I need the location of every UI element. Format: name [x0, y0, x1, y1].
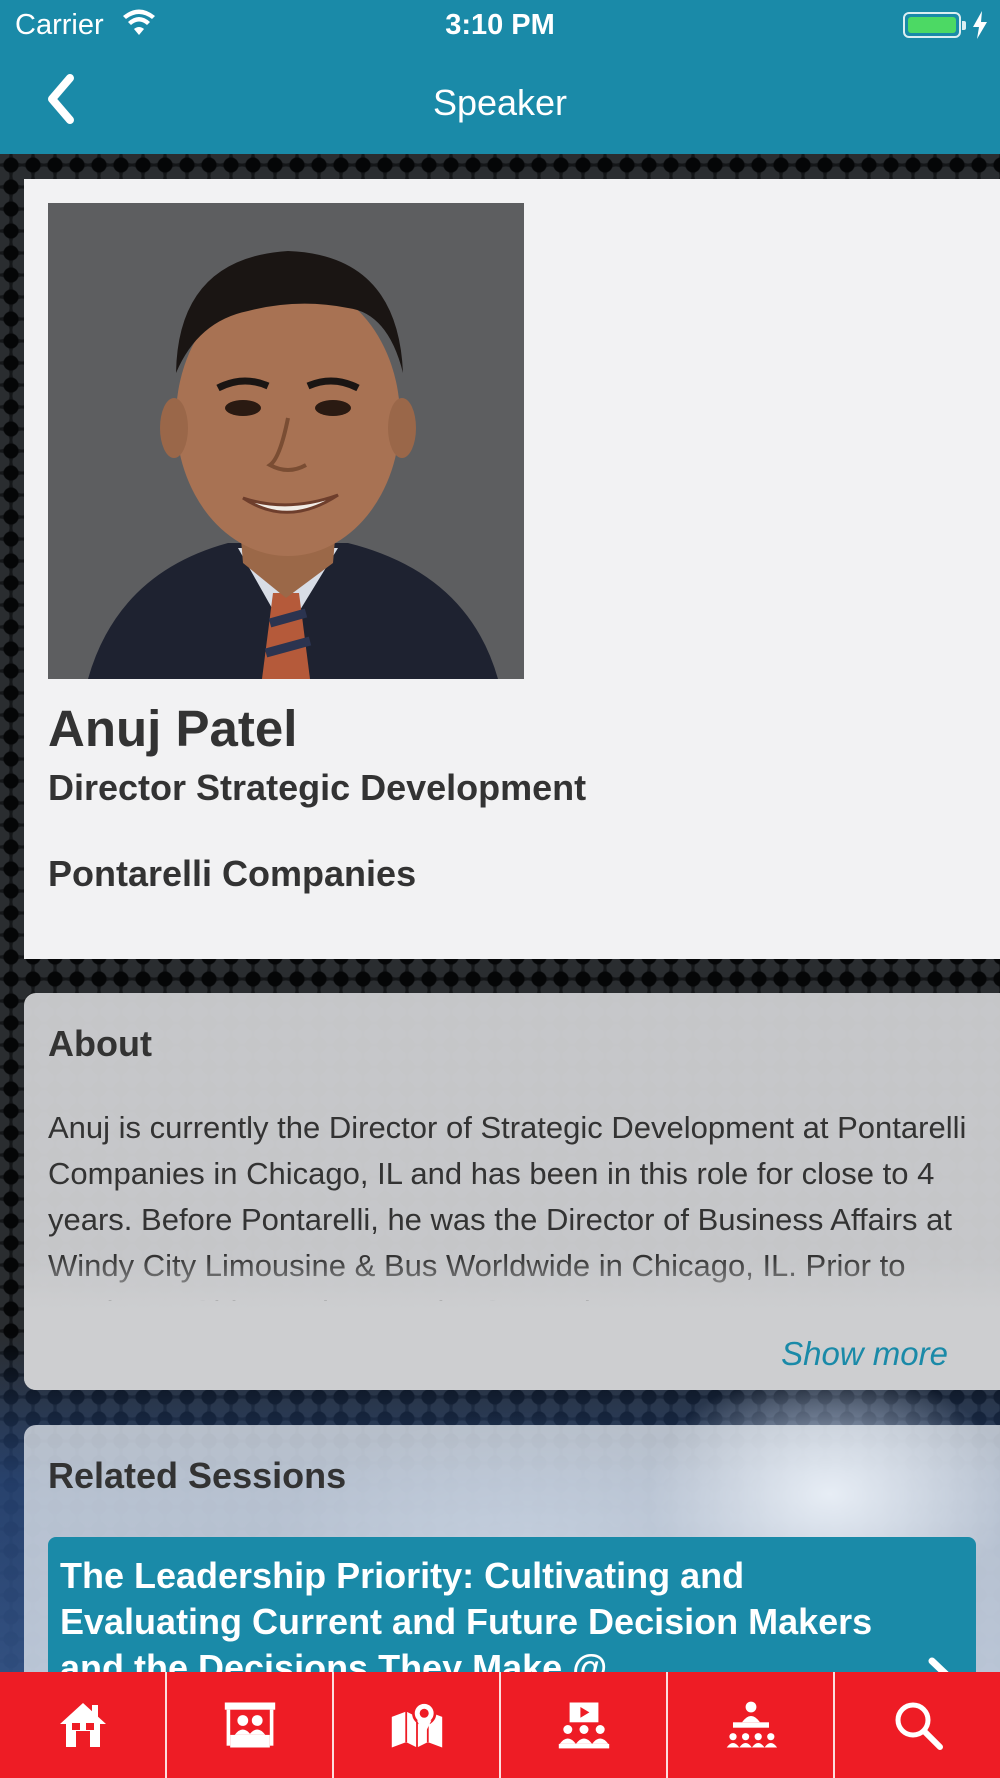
- battery-level: [908, 17, 956, 33]
- status-time: 3:10 PM: [445, 9, 555, 41]
- charging-bolt-icon: [973, 11, 987, 39]
- related-sessions-heading: Related Sessions: [48, 1455, 347, 1496]
- tab-sessions[interactable]: [499, 1672, 666, 1778]
- speaker-photo: [48, 203, 524, 679]
- speakers-icon: [726, 1701, 777, 1748]
- session-title: The Leadership Priority: Cultivating and…: [60, 1555, 873, 1688]
- speaker-name: Anuj Patel: [48, 700, 298, 757]
- top-bar: Carrier 3:10 PM Speaker: [0, 0, 1000, 154]
- page-title: Speaker: [432, 82, 568, 123]
- speaker-profile-card: Anuj Patel Director Strategic Developmen…: [24, 179, 1000, 959]
- about-card: About Anuj is currently the Director of …: [24, 993, 1000, 1390]
- exhibitors-booth-icon: [224, 1702, 275, 1748]
- show-more-link[interactable]: Show more: [781, 1335, 948, 1373]
- speaker-job-title: Director Strategic Development: [48, 767, 587, 808]
- tab-map[interactable]: [332, 1672, 499, 1778]
- sessions-icon: [558, 1702, 609, 1749]
- speaker-company: Pontarelli Companies: [48, 853, 417, 894]
- about-heading: About: [48, 1023, 152, 1064]
- battery-icon: [903, 12, 966, 38]
- tab-speakers[interactable]: [666, 1672, 833, 1778]
- tab-home[interactable]: [0, 1672, 165, 1778]
- tab-exhibitors[interactable]: [165, 1672, 332, 1778]
- map-icon: [391, 1701, 442, 1748]
- search-icon: [895, 1702, 943, 1750]
- home-icon: [59, 1703, 106, 1747]
- bottom-tab-bar: [0, 1672, 1000, 1778]
- tab-search[interactable]: [833, 1672, 1000, 1778]
